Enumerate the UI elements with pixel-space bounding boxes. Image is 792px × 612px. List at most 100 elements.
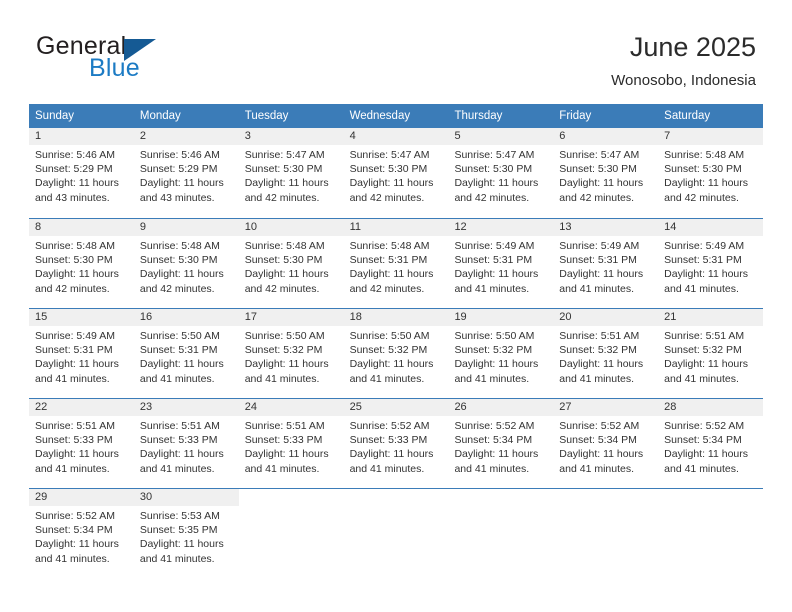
day-detail-line: Sunset: 5:33 PM <box>349 434 428 447</box>
day-detail-line: Sunrise: 5:52 AM <box>349 420 430 432</box>
day-detail-line: Daylight: 11 hours <box>664 268 749 281</box>
day-detail-line: and 42 minutes. <box>139 282 215 295</box>
day-details: Sunrise: 5:46 AM Sunset: 5:29 PM Daylight:… <box>134 145 239 205</box>
calendar-day-cell[interactable]: 15 Sunrise: 5:49 AM Sunset: 5:31 PM Dayligh… <box>29 309 134 392</box>
day-details: Sunrise: 5:48 AM Sunset: 5:31 PM Daylight:… <box>344 236 449 296</box>
day-detail-line: Sunset: 5:30 PM <box>349 163 428 176</box>
calendar-day-cell[interactable]: 9 Sunrise: 5:48 AM Sunset: 5:30 PM Daylight… <box>133 219 239 302</box>
day-detail-line: Sunrise: 5:48 AM <box>349 240 430 252</box>
day-detail-line: and 41 minutes. <box>139 372 215 385</box>
calendar-day-cell[interactable]: 27 Sunrise: 5:52 AM Sunset: 5:34 PM Dayligh… <box>553 399 659 482</box>
title-block: June 2025 Wonosobo, Indonesia <box>611 30 756 92</box>
calendar-day-cell[interactable]: 16 Sunrise: 5:50 AM Sunset: 5:31 PM Dayligh… <box>133 309 239 392</box>
calendar-day-cell[interactable]: 19 Sunrise: 5:50 AM Sunset: 5:32 PM Dayligh… <box>448 309 554 392</box>
calendar-day-cell-empty <box>448 489 553 572</box>
calendar-day-cell[interactable]: 6 Sunrise: 5:47 AM Sunset: 5:30 PM Daylight… <box>553 128 659 212</box>
general-blue-logo[interactable]: General Blue <box>36 33 296 91</box>
calendar-day-cell[interactable]: 17 Sunrise: 5:50 AM Sunset: 5:32 PM Dayligh… <box>238 309 344 392</box>
day-detail-line: Sunrise: 5:47 AM <box>349 149 430 161</box>
weekday-header-thursday: Thursday <box>454 110 503 122</box>
calendar-day-cell[interactable]: 14 Sunrise: 5:49 AM Sunset: 5:31 PM Dayligh… <box>658 219 764 302</box>
day-number: 11 <box>343 219 449 236</box>
day-details: Sunrise: 5:46 AM Sunset: 5:29 PM Daylight:… <box>29 145 134 205</box>
calendar-day-cell[interactable]: 23 Sunrise: 5:51 AM Sunset: 5:33 PM Dayligh… <box>133 399 239 482</box>
day-detail-line: Sunset: 5:34 PM <box>35 524 113 537</box>
day-number: 7 <box>658 128 764 145</box>
day-details: Sunrise: 5:47 AM Sunset: 5:30 PM Daylight:… <box>448 145 553 205</box>
day-number: 9 <box>133 219 239 236</box>
calendar-day-cell[interactable]: 7 Sunrise: 5:48 AM Sunset: 5:30 PM Daylight… <box>658 128 764 212</box>
calendar-day-cell[interactable]: 5 Sunrise: 5:47 AM Sunset: 5:30 PM Daylight… <box>448 128 554 212</box>
day-detail-line: and 41 minutes. <box>139 552 215 565</box>
calendar-day-cell[interactable]: 21 Sunrise: 5:51 AM Sunset: 5:32 PM Dayligh… <box>658 309 764 392</box>
calendar-day-cell-empty <box>239 489 344 572</box>
day-detail-line: Daylight: 11 hours <box>244 177 329 190</box>
calendar-day-cell[interactable]: 11 Sunrise: 5:48 AM Sunset: 5:31 PM Dayligh… <box>343 219 449 302</box>
day-details: Sunrise: 5:51 AM Sunset: 5:33 PM Daylight:… <box>134 416 239 476</box>
day-detail-line: Daylight: 11 hours <box>559 358 644 371</box>
day-detail-line: and 42 minutes. <box>244 191 320 204</box>
weekday-header-saturday: Saturday <box>664 110 711 122</box>
day-number: 25 <box>343 399 449 416</box>
day-detail-line: Sunset: 5:34 PM <box>664 434 742 447</box>
calendar-day-cell[interactable]: 24 Sunrise: 5:51 AM Sunset: 5:33 PM Dayligh… <box>238 399 344 482</box>
calendar-day-cell[interactable]: 25 Sunrise: 5:52 AM Sunset: 5:33 PM Dayligh… <box>343 399 449 482</box>
calendar-day-cell[interactable]: 28 Sunrise: 5:52 AM Sunset: 5:34 PM Dayligh… <box>658 399 764 482</box>
day-detail-line: Sunrise: 5:52 AM <box>559 420 640 432</box>
day-detail-line: and 42 minutes. <box>35 282 110 295</box>
day-detail-line: and 42 minutes. <box>244 282 320 295</box>
calendar-day-cell[interactable]: 30 Sunrise: 5:53 AM Sunset: 5:35 PM Dayligh… <box>133 489 239 572</box>
day-number: 21 <box>658 309 764 326</box>
day-number <box>239 489 344 506</box>
day-detail-line: Sunrise: 5:46 AM <box>35 149 115 161</box>
calendar-day-cell[interactable]: 22 Sunrise: 5:51 AM Sunset: 5:33 PM Dayligh… <box>29 399 134 482</box>
day-number: 24 <box>238 399 344 416</box>
day-detail-line: and 41 minutes. <box>35 462 110 475</box>
calendar-day-cell[interactable]: 8 Sunrise: 5:48 AM Sunset: 5:30 PM Daylight… <box>29 219 134 302</box>
calendar-day-cell-empty <box>344 489 449 572</box>
day-details: Sunrise: 5:52 AM Sunset: 5:34 PM Daylight:… <box>553 416 658 476</box>
calendar-grid: Sunday Monday Tuesday Wednesday Thursday… <box>29 104 764 572</box>
page-title: June 2025 <box>629 32 756 62</box>
calendar-day-cell[interactable]: 12 Sunrise: 5:49 AM Sunset: 5:31 PM Dayligh… <box>448 219 554 302</box>
day-detail-line: Sunset: 5:35 PM <box>139 524 218 537</box>
day-detail-line: Sunset: 5:32 PM <box>244 344 323 357</box>
page-subtitle: Wonosobo, Indonesia <box>611 72 756 89</box>
day-detail-line: Daylight: 11 hours <box>454 358 539 371</box>
calendar-day-cell[interactable]: 3 Sunrise: 5:47 AM Sunset: 5:30 PM Daylight… <box>238 128 344 212</box>
day-detail-line: Sunset: 5:32 PM <box>454 344 533 357</box>
calendar-day-cell[interactable]: 10 Sunrise: 5:48 AM Sunset: 5:30 PM Dayligh… <box>238 219 344 302</box>
calendar-day-cell[interactable]: 20 Sunrise: 5:51 AM Sunset: 5:32 PM Dayligh… <box>553 309 659 392</box>
day-detail-line: Daylight: 11 hours <box>139 358 224 371</box>
day-details: Sunrise: 5:51 AM Sunset: 5:33 PM Daylight:… <box>239 416 344 476</box>
day-detail-line: Sunrise: 5:48 AM <box>139 240 220 252</box>
day-details: Sunrise: 5:49 AM Sunset: 5:31 PM Daylight:… <box>658 236 763 296</box>
calendar-week-row: 15 Sunrise: 5:49 AM Sunset: 5:31 PM Dayligh… <box>29 308 764 392</box>
calendar-day-cell[interactable]: 18 Sunrise: 5:50 AM Sunset: 5:32 PM Dayligh… <box>343 309 449 392</box>
day-detail-line: and 41 minutes. <box>244 372 320 385</box>
day-detail-line: Sunset: 5:29 PM <box>139 163 218 176</box>
day-number: 27 <box>553 399 659 416</box>
calendar-day-cell[interactable]: 29 Sunrise: 5:52 AM Sunset: 5:34 PM Dayligh… <box>29 489 134 572</box>
day-detail-line: and 41 minutes. <box>139 462 215 475</box>
calendar-day-cell[interactable]: 2 Sunrise: 5:46 AM Sunset: 5:29 PM Daylight… <box>133 128 239 212</box>
calendar-day-cell[interactable]: 4 Sunrise: 5:47 AM Sunset: 5:30 PM Daylight… <box>343 128 449 212</box>
day-detail-line: Sunset: 5:31 PM <box>454 254 533 267</box>
day-detail-line: Sunset: 5:30 PM <box>244 163 323 176</box>
day-detail-line: Sunset: 5:33 PM <box>244 434 323 447</box>
day-details <box>658 506 763 509</box>
day-detail-line: Daylight: 11 hours <box>559 448 644 461</box>
calendar-weeks: 1 Sunrise: 5:46 AM Sunset: 5:29 PM Daylight… <box>29 128 764 572</box>
day-detail-line: and 41 minutes. <box>35 372 110 385</box>
day-detail-line: and 42 minutes. <box>559 191 635 204</box>
day-detail-line: Sunrise: 5:51 AM <box>664 330 745 342</box>
day-detail-line: and 41 minutes. <box>454 282 530 295</box>
calendar-day-cell[interactable]: 1 Sunrise: 5:46 AM Sunset: 5:29 PM Daylight… <box>29 128 134 212</box>
day-detail-line: Daylight: 11 hours <box>139 538 224 551</box>
day-detail-line: Sunset: 5:32 PM <box>664 344 742 357</box>
calendar-day-cell[interactable]: 26 Sunrise: 5:52 AM Sunset: 5:34 PM Dayligh… <box>448 399 554 482</box>
day-detail-line: Daylight: 11 hours <box>139 177 224 190</box>
calendar-day-cell[interactable]: 13 Sunrise: 5:49 AM Sunset: 5:31 PM Dayligh… <box>553 219 659 302</box>
day-detail-line: Sunset: 5:31 PM <box>349 254 428 267</box>
day-detail-line: Sunrise: 5:51 AM <box>139 420 220 432</box>
